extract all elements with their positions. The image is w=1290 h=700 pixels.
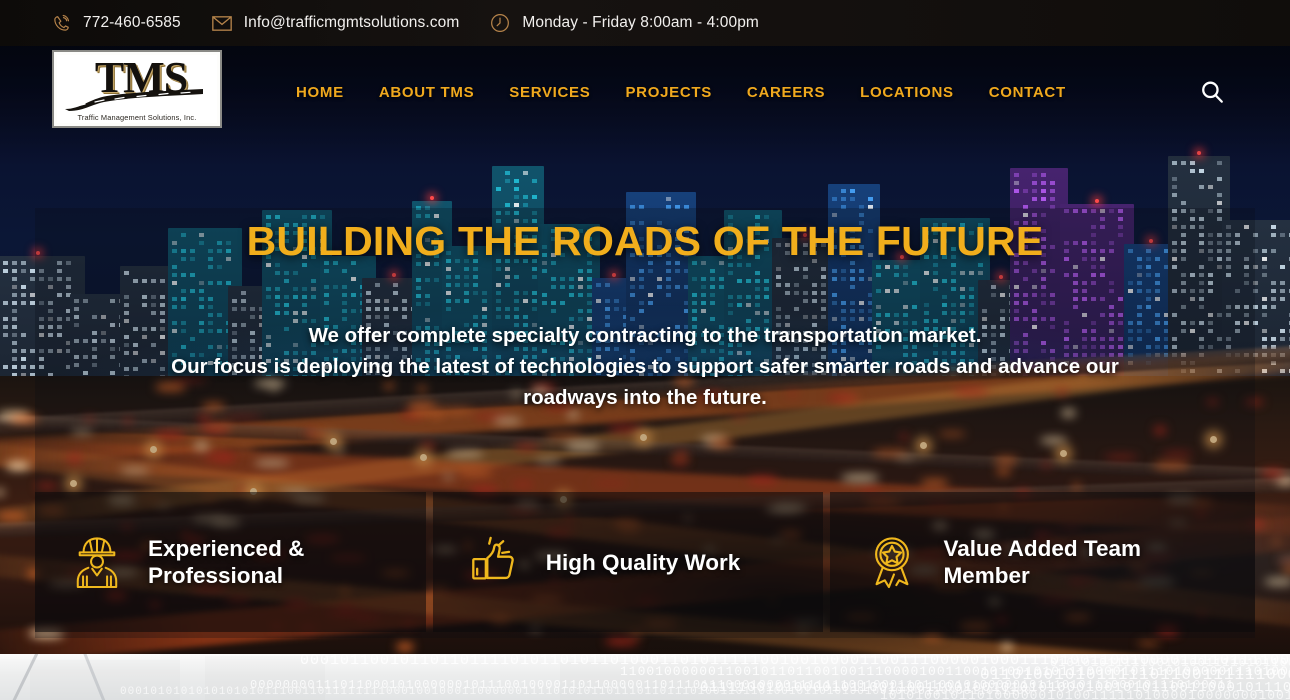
- feature-card[interactable]: Value Added Team Member: [830, 492, 1255, 632]
- business-hours: Monday - Friday 8:00am - 4:00pm: [489, 12, 759, 34]
- nav-item-about-tms[interactable]: ABOUT TMS: [379, 84, 474, 101]
- feature-cards: Experienced & Professional High Quality W…: [35, 492, 1255, 632]
- nav-item-home[interactable]: HOME: [296, 84, 344, 101]
- nav-menu: HOME ABOUT TMS SERVICES PROJECTS CAREERS LOCA…: [296, 46, 1066, 138]
- hero-subtitle-line-2: Our focus is deploying the latest of tec…: [171, 355, 1119, 378]
- nav-item-services[interactable]: SERVICES: [509, 84, 590, 101]
- feature-card-label: Value Added Team Member: [943, 535, 1141, 589]
- feature-card[interactable]: High Quality Work: [432, 492, 824, 632]
- email-address-text: Info@trafficmgmtsolutions.com: [243, 14, 460, 31]
- contact-email[interactable]: Info@trafficmgmtsolutions.com: [211, 12, 460, 34]
- feature-card-label-line-2: Member: [943, 563, 1030, 588]
- search-icon: [1202, 81, 1223, 103]
- award-ribbon-icon: [863, 531, 921, 593]
- feature-card-label-line-1: High Quality Work: [545, 549, 741, 575]
- nav-item-contact[interactable]: CONTACT: [989, 84, 1066, 101]
- phone-icon: [50, 12, 72, 34]
- hero-title: BUILDING THE ROADS OF THE FUTURE: [246, 218, 1044, 264]
- clock-icon: [489, 12, 511, 34]
- hero-subtitle-line-3: roadways into the future.: [523, 386, 767, 409]
- hero-subtitle-line-1: We offer complete specialty contracting …: [308, 324, 982, 347]
- phone-number-text: 772-460-6585: [83, 14, 181, 31]
- nav-item-projects[interactable]: PROJECTS: [625, 84, 711, 101]
- tms-logo[interactable]: TMS Traffic Management Solutions, Inc.: [52, 50, 222, 128]
- construction-worker-icon: [68, 531, 126, 593]
- contact-phone[interactable]: 772-460-6585: [50, 12, 181, 34]
- feature-card-label: Experienced & Professional: [148, 535, 304, 589]
- nav-item-locations[interactable]: LOCATIONS: [860, 84, 954, 101]
- feature-card-label: High Quality Work: [546, 549, 741, 576]
- main-navigation-bar: TMS Traffic Management Solutions, Inc. H…: [0, 46, 1290, 138]
- feature-card-label-line-2: Professional: [148, 563, 284, 588]
- logo-tagline: Traffic Management Solutions, Inc.: [77, 113, 197, 122]
- nav-item-careers[interactable]: CAREERS: [747, 84, 825, 101]
- envelope-icon: [211, 12, 233, 34]
- logo-road-graphic: [65, 89, 203, 111]
- top-contact-bar: 772-460-6585 Info@trafficmgmtsolutions.c…: [0, 0, 1290, 46]
- feature-card-label-line-1: Value Added Team: [943, 536, 1141, 561]
- bottom-binary-strip: 0001011001011011011110101101011010001101…: [0, 654, 1290, 700]
- business-hours-text: Monday - Friday 8:00am - 4:00pm: [522, 14, 759, 31]
- hero-subtitle: We offer complete specialty contracting …: [95, 320, 1195, 413]
- feature-card[interactable]: Experienced & Professional: [35, 492, 426, 632]
- feature-card-label-line-1: Experienced &: [148, 536, 305, 561]
- search-button[interactable]: [1196, 76, 1228, 108]
- thumbs-up-icon: [466, 531, 524, 593]
